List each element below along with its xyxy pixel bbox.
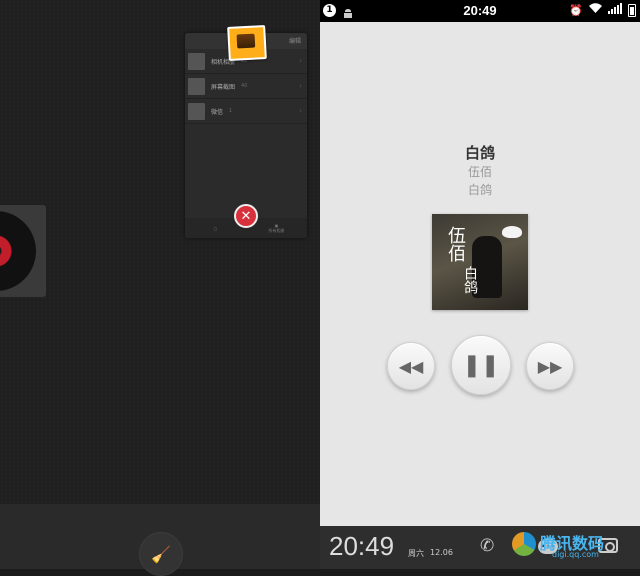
album-thumbnail xyxy=(188,77,205,95)
pause-button[interactable]: ❚❚ xyxy=(451,335,511,395)
album-row[interactable]: 微信 1 › xyxy=(185,99,307,124)
broom-icon: 🧹 xyxy=(151,544,171,564)
lock-bottom-bar: 20:49 周六 12.06 ✆ ••• 腾讯数码 digi.qq.com xyxy=(320,526,640,569)
alarm-icon: ⏰ xyxy=(569,3,583,17)
qq-logo-icon xyxy=(512,532,536,556)
status-icons: ⏰ xyxy=(569,3,636,17)
cover-artist-text: 伍佰 xyxy=(445,226,466,262)
dove-icon xyxy=(502,226,522,238)
fast-forward-icon: ▶▶ xyxy=(537,356,563,376)
lock-time: 20:49 xyxy=(329,531,395,561)
album-cover: 伍佰 白鸽 xyxy=(432,214,528,310)
song-title: 白鸽 xyxy=(464,144,495,162)
close-app-button[interactable]: ✕ xyxy=(234,204,258,228)
chevron-right-icon: › xyxy=(299,82,302,90)
date: 12.06 xyxy=(430,548,453,557)
next-track-button[interactable]: ▶▶ xyxy=(526,342,574,390)
chevron-right-icon: › xyxy=(299,57,302,65)
rewind-icon: ◀◀ xyxy=(398,356,424,376)
camera-icon: ▢ xyxy=(213,225,218,231)
battery-icon xyxy=(628,3,636,17)
album-thumbnail xyxy=(188,52,205,70)
album-name: 白鸽 xyxy=(467,183,492,197)
chevron-right-icon: › xyxy=(299,107,302,115)
phone-icon[interactable]: ✆ xyxy=(480,536,494,556)
watermark-logo: 腾讯数码 digi.qq.com xyxy=(512,530,608,566)
watermark-sub: digi.qq.com xyxy=(552,550,599,559)
album-row[interactable]: 屏幕截图 40 › xyxy=(185,74,307,99)
weekday: 周六 xyxy=(408,549,424,558)
artist-name: 伍佰 xyxy=(467,165,492,179)
wifi-icon xyxy=(589,3,602,17)
vinyl-record-icon xyxy=(0,211,36,291)
album-count: 1 xyxy=(229,108,233,114)
pause-icon: ❚❚ xyxy=(462,352,500,378)
album-name: 微信 xyxy=(211,108,224,116)
album-name: 屏幕截图 xyxy=(211,83,236,91)
footer-label: 所有相册 xyxy=(268,227,285,233)
edit-label[interactable]: 编辑 xyxy=(289,36,301,45)
previous-track-button[interactable]: ◀◀ xyxy=(387,342,435,390)
recent-apps-screen: 编辑 相机相册 12 › 屏幕截图 40 › 微信 1 › ▢ ▣ 所有相册 ✕… xyxy=(0,0,320,576)
music-app-thumbnail[interactable] xyxy=(0,205,46,297)
album-count: 40 xyxy=(241,83,248,89)
cover-album-text: 白鸽 xyxy=(462,266,478,294)
album-thumbnail xyxy=(188,102,205,120)
gallery-app-icon xyxy=(227,25,267,61)
status-bar: 1 20:49 ⏰ xyxy=(320,0,640,22)
signal-icon xyxy=(608,3,622,17)
clear-all-button[interactable]: 🧹 xyxy=(139,532,183,576)
